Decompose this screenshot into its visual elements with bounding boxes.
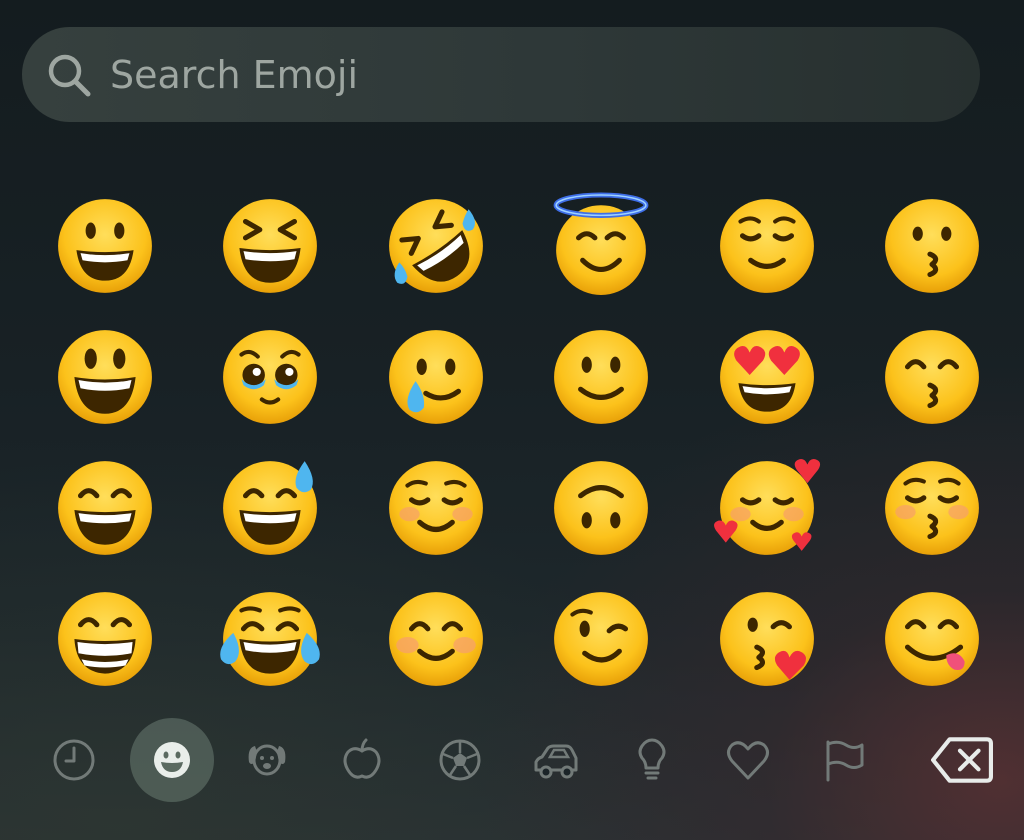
category-smileys-tab[interactable] <box>130 718 214 802</box>
category-travel-tab[interactable] <box>514 718 598 802</box>
relieved-face-emoji[interactable] <box>684 180 850 311</box>
category-food-tab[interactable] <box>320 718 404 802</box>
flag-icon <box>826 740 864 782</box>
delete-backspace-icon <box>931 737 993 783</box>
search-input[interactable] <box>108 43 932 106</box>
face-savoring-food-emoji[interactable] <box>850 573 1016 704</box>
kissing-face-with-closed-eyes-emoji[interactable] <box>850 442 1016 573</box>
heart-icon <box>727 741 769 780</box>
winking-face-emoji[interactable] <box>519 573 685 704</box>
category-flags-tab[interactable] <box>802 718 886 802</box>
grinning-face-with-sweat-emoji[interactable] <box>188 442 354 573</box>
delete-button[interactable] <box>920 718 1004 802</box>
category-bar <box>32 718 1007 802</box>
beaming-face-with-smiling-eyes-emoji[interactable] <box>22 573 188 704</box>
grinning-face-emoji[interactable] <box>22 180 188 311</box>
smiling-face-with-halo-emoji[interactable] <box>519 180 685 311</box>
smiling-face-with-smiling-eyes-emoji[interactable] <box>353 573 519 704</box>
slightly-smiling-face-emoji[interactable] <box>519 311 685 442</box>
smiling-face-with-heart-eyes-emoji[interactable] <box>684 311 850 442</box>
face-holding-back-tears-emoji[interactable] <box>188 311 354 442</box>
face-with-tears-of-joy-emoji[interactable] <box>188 573 354 704</box>
emoji-grid <box>22 180 1012 704</box>
smiley-icon <box>154 742 190 778</box>
smiling-face-emoji[interactable] <box>353 442 519 573</box>
apple-icon <box>343 738 381 779</box>
category-animals-tab[interactable] <box>225 718 309 802</box>
dog-icon <box>248 744 286 776</box>
clock-icon <box>53 739 95 781</box>
upside-down-face-emoji[interactable] <box>519 442 685 573</box>
grinning-squinting-face-emoji[interactable] <box>188 180 354 311</box>
kissing-face-with-smiling-eyes-emoji[interactable] <box>850 311 1016 442</box>
grinning-face-with-smiling-eyes-emoji[interactable] <box>22 442 188 573</box>
category-symbols-tab[interactable] <box>706 718 790 802</box>
category-activity-tab[interactable] <box>418 718 502 802</box>
grinning-face-with-big-eyes-emoji[interactable] <box>22 311 188 442</box>
car-icon <box>534 744 578 779</box>
smiling-face-with-tear-emoji[interactable] <box>353 311 519 442</box>
search-bar[interactable] <box>22 27 980 122</box>
lightbulb-icon <box>638 738 666 780</box>
category-objects-tab[interactable] <box>610 718 694 802</box>
soccer-ball-icon <box>439 739 481 781</box>
smiling-face-with-hearts-emoji[interactable] <box>684 442 850 573</box>
face-blowing-a-kiss-emoji[interactable] <box>684 573 850 704</box>
search-icon <box>46 52 92 98</box>
category-recent-tab[interactable] <box>32 718 116 802</box>
kissing-face-emoji[interactable] <box>850 180 1016 311</box>
rolling-on-the-floor-laughing-emoji[interactable] <box>353 180 519 311</box>
